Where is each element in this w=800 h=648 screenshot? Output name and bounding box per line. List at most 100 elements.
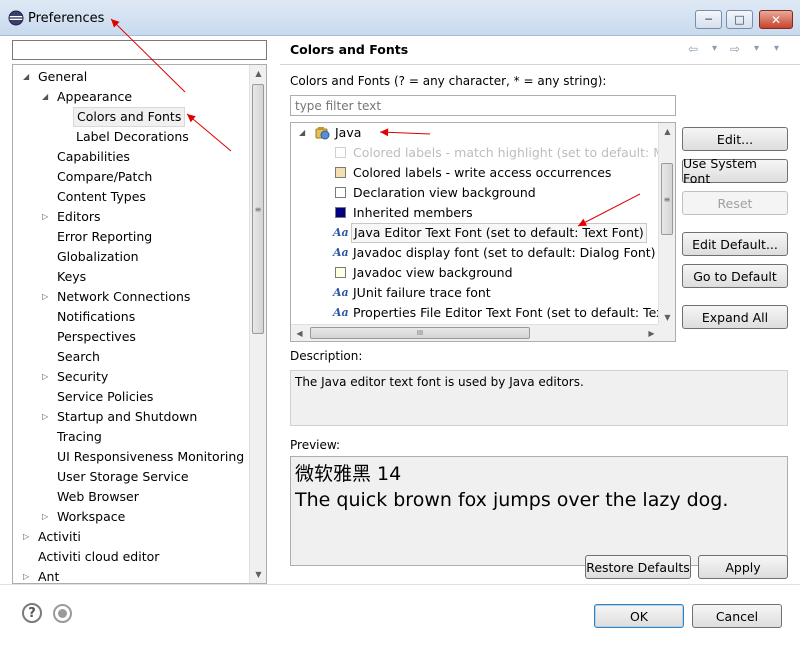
scroll-left-icon[interactable]: ◀ [291,325,308,341]
scrollbar-thumb[interactable]: ≡ [661,163,673,235]
preferences-filter-input[interactable] [12,40,267,60]
sidebar-item[interactable]: Compare/Patch [13,167,249,187]
sidebar-item[interactable]: Keys [13,267,249,287]
expanded-arrow-icon[interactable]: ◢ [23,67,33,87]
sidebar-item[interactable]: Perspectives [13,327,249,347]
sidebar-item[interactable]: ▷ Ant [13,567,249,583]
sidebar-item[interactable]: ▷ Editors [13,207,249,227]
scroll-down-icon[interactable]: ▼ [250,566,266,583]
apply-button[interactable]: Apply [698,555,788,579]
sidebar-item[interactable]: Error Reporting [13,227,249,247]
sidebar-item[interactable]: Service Policies [13,387,249,407]
sidebar-item[interactable]: Activiti cloud editor [13,547,249,567]
collapsed-arrow-icon[interactable]: ▷ [23,567,33,583]
filter-label: Colors and Fonts (? = any character, * =… [290,74,607,88]
color-font-item[interactable]: Declaration view background [333,183,659,203]
color-swatch-icon [335,207,346,218]
collapsed-arrow-icon[interactable]: ▷ [42,207,52,227]
font-icon: Aa [333,306,349,319]
scrollbar-thumb[interactable]: III [310,327,530,339]
color-font-item-label: Colored labels - match highlight (set to… [353,145,676,160]
color-font-item-label: Inherited members [353,205,473,220]
font-preview: 微软雅黑 14 The quick brown fox jumps over t… [290,456,788,566]
sidebar-item-label: Label Decorations [76,129,189,144]
tree-vertical-scrollbar[interactable]: ▲ ≡ ▼ [249,65,266,583]
back-arrow-icon[interactable]: ⇦ [688,42,698,56]
edit-button[interactable]: Edit... [682,127,788,151]
sidebar-item[interactable]: Web Browser [13,487,249,507]
sidebar-item-label: Error Reporting [57,229,153,244]
sidebar-item[interactable]: ▷ Security [13,367,249,387]
color-font-item-label: Properties File Editor Text Font (set to… [353,305,676,320]
sidebar-item[interactable]: ◢ General [13,67,249,87]
color-font-item-label: Javadoc view background [353,265,513,280]
sidebar-item[interactable]: ▷ Network Connections [13,287,249,307]
color-font-item[interactable]: Inherited members [333,203,659,223]
expand-arrow-icon[interactable]: ◢ [299,123,309,143]
sidebar-item[interactable]: Capabilities [13,147,249,167]
edit-default-button[interactable]: Edit Default... [682,232,788,256]
forward-arrow-icon[interactable]: ⇨ [730,42,740,56]
sidebar-item[interactable]: Search [13,347,249,367]
reset-button[interactable]: Reset [682,191,788,215]
sidebar-item[interactable]: Colors and Fonts [13,107,249,127]
scroll-up-icon[interactable]: ▲ [250,65,266,82]
sidebar-item[interactable]: Content Types [13,187,249,207]
sidebar-item[interactable]: Label Decorations [13,127,249,147]
sidebar-item[interactable]: Tracing [13,427,249,447]
colors-fonts-filter-input[interactable] [290,95,676,116]
sidebar-item-label: Web Browser [57,489,139,504]
forward-menu-icon[interactable]: ▾ [754,43,759,54]
collapsed-arrow-icon[interactable]: ▷ [42,407,52,427]
sidebar-item-label: Search [57,349,100,364]
sidebar-item[interactable]: Globalization [13,247,249,267]
sidebar-item-label: Startup and Shutdown [57,409,198,424]
expand-all-button[interactable]: Expand All [682,305,788,329]
collapsed-arrow-icon[interactable]: ▷ [42,367,52,387]
sidebar-item[interactable]: UI Responsiveness Monitoring [13,447,249,467]
color-font-item-label: Declaration view background [353,185,536,200]
font-icon: Aa [333,226,349,239]
import-export-icon[interactable] [53,604,72,623]
sidebar-item-label: Notifications [57,309,136,324]
expanded-arrow-icon[interactable]: ◢ [42,87,52,107]
collapsed-arrow-icon[interactable]: ▷ [42,507,52,527]
scroll-up-icon[interactable]: ▲ [659,123,675,140]
ok-button[interactable]: OK [594,604,684,628]
collapsed-arrow-icon[interactable]: ▷ [23,527,33,547]
maximize-button[interactable]: □ [726,10,753,29]
color-font-item[interactable]: Aa JUnit failure trace font [333,283,659,303]
minimize-button[interactable]: ─ [695,10,722,29]
cancel-button[interactable]: Cancel [692,604,782,628]
sidebar-item[interactable]: ▷ Activiti [13,527,249,547]
go-to-default-button[interactable]: Go to Default [682,264,788,288]
sidebar-item[interactable]: User Storage Service [13,467,249,487]
tree-vertical-scrollbar[interactable]: ▲ ≡ ▼ [658,123,675,326]
preview-sample-text: The quick brown fox jumps over the lazy … [295,489,729,511]
color-font-item[interactable]: Colored labels - write access occurrence… [333,163,659,183]
help-icon[interactable]: ? [22,603,42,623]
close-button[interactable]: ✕ [759,10,793,29]
color-font-item-label: Java Editor Text Font (set to default: T… [351,223,647,243]
sidebar-item-label: UI Responsiveness Monitoring [57,449,245,464]
sidebar-item[interactable]: ▷ Startup and Shutdown [13,407,249,427]
use-system-font-button[interactable]: Use System Font [682,156,788,186]
sidebar-item[interactable]: ◢ Appearance [13,87,249,107]
view-menu-icon[interactable]: ▾ [774,43,779,54]
preferences-tree: ▲ ≡ ▼ ◢ General ◢ Appearance Colors and Font… [12,64,267,584]
color-font-item[interactable]: Aa Java Editor Text Font (set to default:… [333,223,659,243]
color-font-item[interactable]: Aa Properties File Editor Text Font (set … [333,303,675,323]
scrollbar-thumb[interactable]: ≡ [252,84,264,334]
color-font-item[interactable]: Aa Javadoc display font (set to default: … [333,243,659,263]
sidebar-item-label: Compare/Patch [57,169,153,184]
sidebar-item[interactable]: Notifications [13,307,249,327]
collapsed-arrow-icon[interactable]: ▷ [42,287,52,307]
color-font-item[interactable]: Colored labels - match highlight (set to… [333,143,675,163]
sidebar-item-label: Activiti cloud editor [38,549,160,564]
java-category-icon [315,127,330,140]
tree-horizontal-scrollbar[interactable]: ◀ III ▶ [291,324,660,341]
color-font-item[interactable]: Javadoc view background [333,263,659,283]
restore-defaults-button[interactable]: Restore Defaults [585,555,691,579]
back-menu-icon[interactable]: ▾ [712,43,717,54]
sidebar-item[interactable]: ▷ Workspace [13,507,249,527]
